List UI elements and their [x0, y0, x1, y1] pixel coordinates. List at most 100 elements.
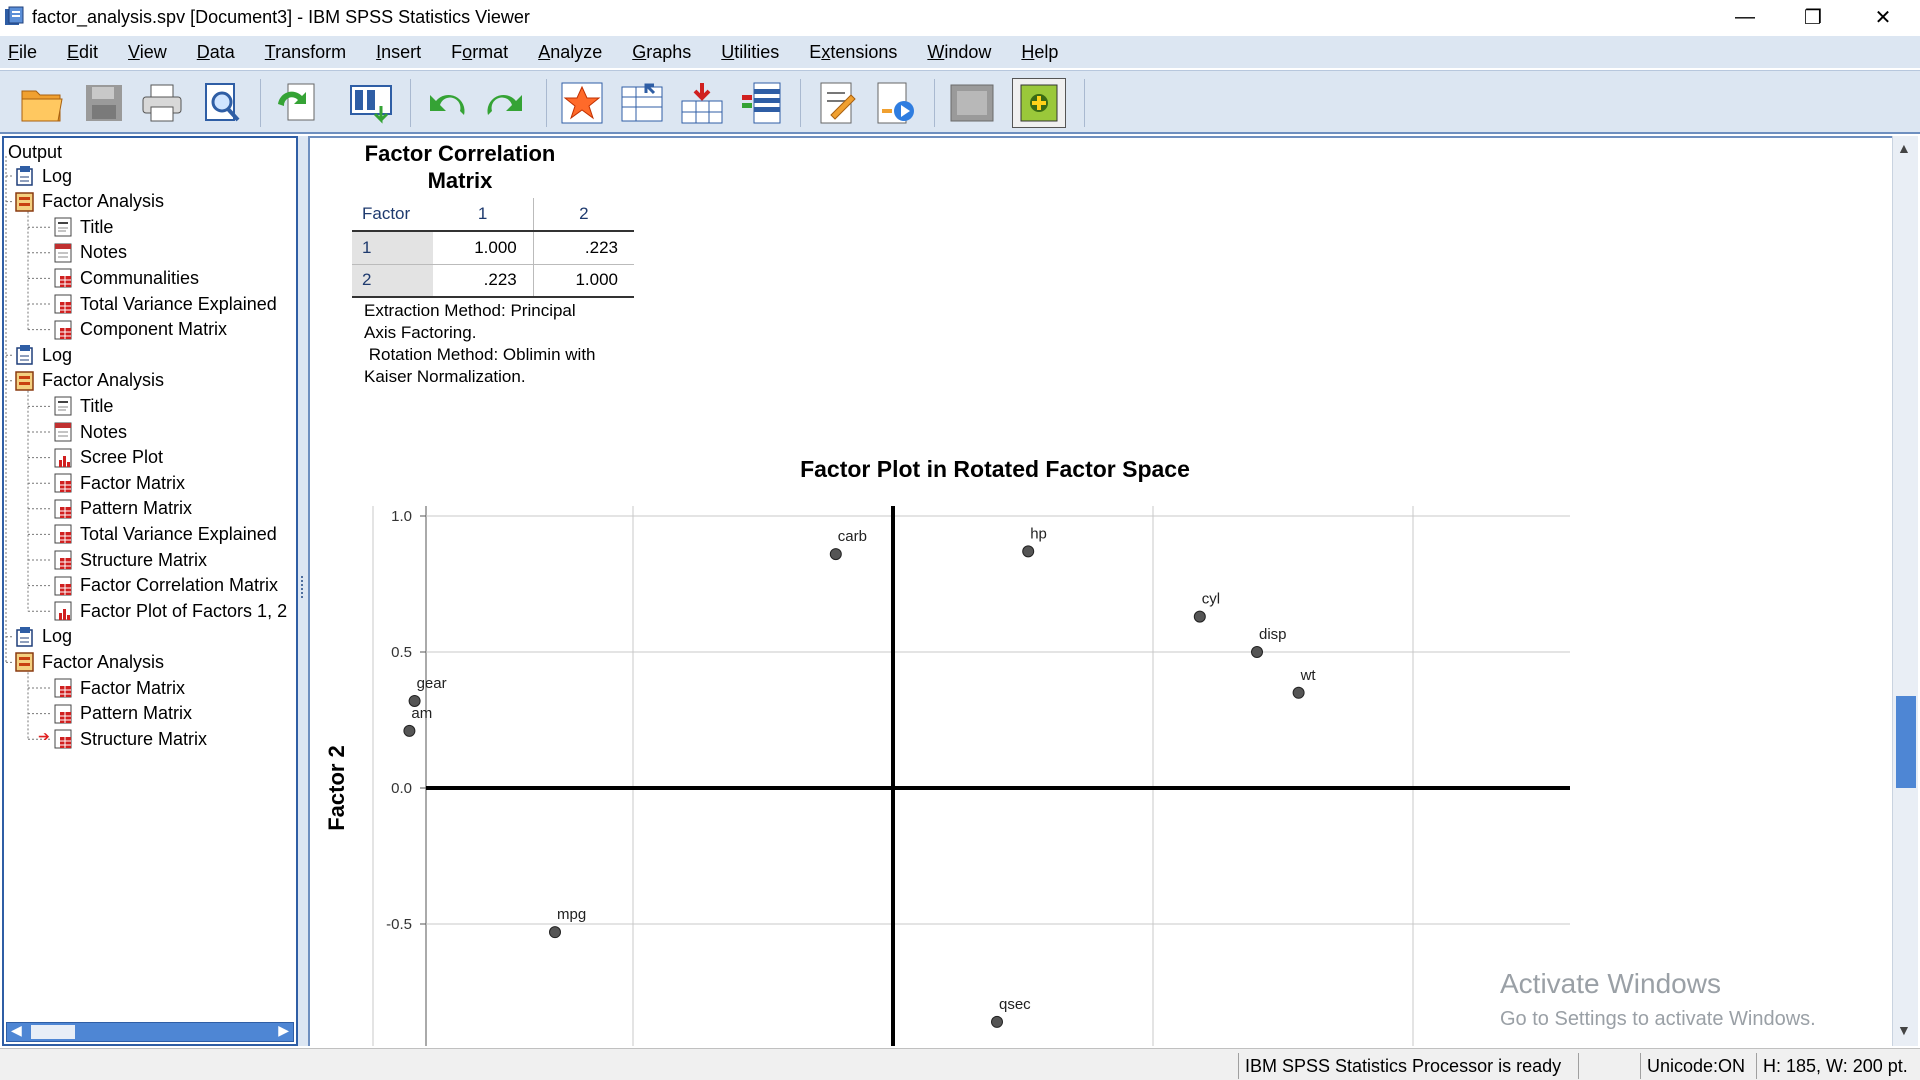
menu-extensions[interactable]: Extensions	[809, 42, 897, 63]
outline-item-label: Log	[42, 626, 73, 647]
scroll-up-arrow-icon[interactable]: ▲	[1897, 140, 1911, 156]
menu-format[interactable]: Format	[451, 42, 508, 63]
outline-item[interactable]: Notes	[52, 420, 127, 444]
outline-horizontal-scrollbar[interactable]: ◀ ▶	[6, 1022, 294, 1042]
factor-correlation-table[interactable]: Factor 1 2 1 1.000 .223 2 .223 1.000	[352, 198, 634, 298]
factor-analysis-icon	[15, 652, 34, 673]
outline-item[interactable]: Pattern Matrix	[52, 497, 192, 521]
outline-item-label: Factor Matrix	[80, 677, 186, 698]
outline-item[interactable]: Structure Matrix	[52, 727, 207, 751]
goto-data-icon[interactable]	[558, 79, 606, 127]
output-content-pane[interactable]: Factor Correlation Matrix Factor 1 2 1 1…	[308, 136, 1892, 1046]
outline-item[interactable]: Log	[14, 343, 72, 367]
outline-item[interactable]: Structure Matrix	[52, 548, 207, 572]
outline-item[interactable]: Factor Analysis	[14, 190, 164, 214]
menu-insert[interactable]: Insert	[376, 42, 421, 63]
outline-item[interactable]: Log	[14, 164, 72, 188]
undo-icon[interactable]	[422, 79, 470, 127]
table-icon	[54, 499, 72, 519]
current-item-arrow-icon: ➔	[38, 728, 50, 745]
outline-item[interactable]: Component Matrix	[52, 318, 227, 342]
scroll-left-arrow-icon[interactable]: ◀	[11, 1022, 22, 1039]
outline-item-label: Factor Plot of Factors 1, 2	[80, 600, 288, 621]
table-icon	[54, 524, 72, 544]
menu-file[interactable]: File	[8, 42, 37, 63]
outline-item[interactable]: Factor Plot of Factors 1, 2	[52, 599, 287, 623]
factor-correlation-title: Factor Correlation Matrix	[364, 141, 556, 193]
outline-item-label: Scree Plot	[80, 447, 164, 468]
print-preview-icon[interactable]	[198, 79, 246, 127]
outline-scroll-thumb[interactable]	[31, 1025, 75, 1039]
y-tick-label: -0.5	[386, 916, 412, 933]
data-point	[549, 926, 561, 939]
recall-dialog-icon[interactable]	[348, 79, 396, 127]
outline-item-label: Factor Matrix	[80, 472, 186, 493]
save-icon[interactable]	[80, 79, 128, 127]
outline-item[interactable]: Notes	[52, 241, 127, 265]
promote-icon[interactable]	[1012, 78, 1066, 128]
outline-item[interactable]: Factor Analysis	[14, 650, 164, 674]
outline-item[interactable]: Communalities	[52, 266, 199, 290]
spss-app-icon	[5, 6, 24, 25]
hide-icon[interactable]	[948, 79, 996, 127]
outline-item-label: Factor Analysis	[42, 651, 165, 672]
menu-window[interactable]: Window	[927, 42, 991, 63]
menu-utilities[interactable]: Utilities	[721, 42, 779, 63]
outline-item[interactable]: Scree Plot	[52, 446, 163, 470]
menu-help[interactable]: Help	[1021, 42, 1058, 63]
data-point	[1292, 686, 1305, 699]
content-vertical-scrollbar[interactable]: ▲ ▼	[1892, 136, 1918, 1046]
unicode-status: Unicode:ON	[1640, 1053, 1756, 1079]
outline-item[interactable]: Factor Matrix	[52, 676, 185, 700]
table-cell: 1.000	[575, 270, 618, 290]
activate-windows-subtext: Go to Settings to activate Windows.	[1500, 1008, 1816, 1030]
outline-root[interactable]: Output	[8, 140, 62, 164]
outline-item[interactable]: Pattern Matrix	[52, 702, 192, 726]
outline-item[interactable]: Factor Correlation Matrix	[52, 574, 278, 598]
data-point	[1193, 610, 1206, 623]
pane-splitter[interactable]	[298, 136, 308, 1046]
factor-analysis-icon	[15, 191, 34, 212]
table-icon	[54, 268, 72, 288]
outline-item-label: Structure Matrix	[80, 728, 208, 749]
outline-item-label: Notes	[80, 242, 128, 263]
status-bar: IBM SPSS Statistics Processor is ready U…	[0, 1048, 1920, 1080]
close-button[interactable]: ✕	[1848, 0, 1918, 34]
outline-item-label: Pattern Matrix	[80, 498, 193, 519]
window-title: factor_analysis.spv [Document3] - IBM SP…	[32, 6, 530, 27]
insert-output-icon[interactable]	[872, 79, 920, 127]
restore-button[interactable]: ❐	[1778, 0, 1848, 34]
print-icon[interactable]	[138, 79, 186, 127]
outline-item[interactable]: Log	[14, 625, 72, 649]
outline-item[interactable]: Factor Matrix	[52, 471, 185, 495]
outline-pane[interactable]: Output Log Factor Analysis Title Notes Commu…	[2, 136, 298, 1046]
scroll-down-arrow-icon[interactable]: ▼	[1897, 1022, 1911, 1038]
export-icon[interactable]	[272, 79, 320, 127]
outline-item[interactable]: Title	[52, 215, 113, 239]
outline-item[interactable]: Total Variance Explained	[52, 292, 277, 316]
menu-graphs[interactable]: Graphs	[632, 42, 691, 63]
table-icon	[54, 473, 72, 493]
scroll-right-arrow-icon[interactable]: ▶	[278, 1022, 289, 1039]
menu-edit[interactable]: Edit	[67, 42, 98, 63]
redo-icon[interactable]	[482, 79, 530, 127]
goto-variable-icon[interactable]	[678, 79, 726, 127]
outline-item-label: Factor Analysis	[42, 191, 165, 212]
y-axis-label: Factor 2	[324, 745, 349, 831]
minimize-button[interactable]: —	[1710, 0, 1780, 34]
table-icon	[54, 678, 72, 698]
menu-view[interactable]: View	[128, 42, 167, 63]
open-folder-icon[interactable]	[18, 79, 66, 127]
factor-plot-chart[interactable]: 1.0 0.5 0.0 -0.5 Factor 2 carb hp cyl disp wt gear…	[324, 478, 1670, 1046]
outline-item[interactable]: Total Variance Explained	[52, 522, 277, 546]
outline-item[interactable]: Title	[52, 394, 113, 418]
outline-item[interactable]: Factor Analysis	[14, 369, 164, 393]
content-scroll-thumb[interactable]	[1896, 696, 1916, 788]
insert-heading-icon[interactable]	[814, 79, 862, 127]
variables-icon[interactable]	[738, 79, 786, 127]
goto-case-icon[interactable]	[618, 79, 666, 127]
menu-analyze[interactable]: Analyze	[538, 42, 602, 63]
menu-transform[interactable]: Transform	[265, 42, 346, 63]
menu-data[interactable]: Data	[197, 42, 235, 63]
notes-icon	[54, 422, 72, 442]
